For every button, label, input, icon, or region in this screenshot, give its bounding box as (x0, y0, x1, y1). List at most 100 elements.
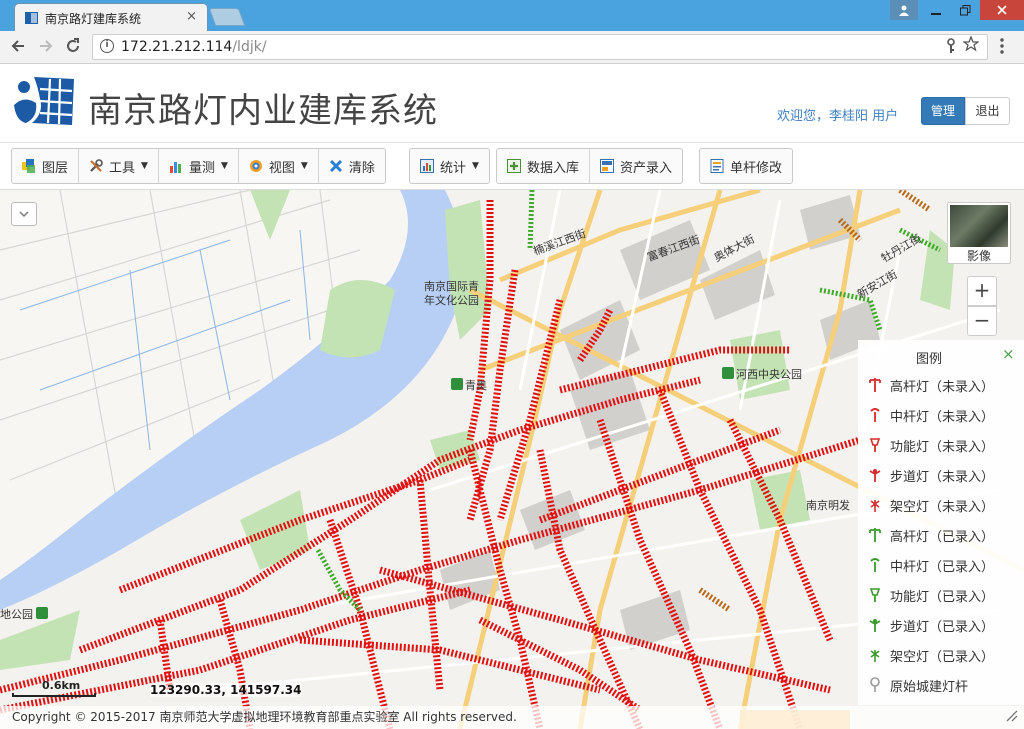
toolbar-group-map: 图层 工具 ▼ 量测 ▼ 视图 ▼ 清除 (11, 148, 386, 184)
data-import-icon (507, 159, 521, 173)
layers-label: 图层 (42, 160, 69, 176)
resize-corner-icon[interactable] (1006, 710, 1018, 722)
address-bar: i 172.21.212.114/ldjk/ (0, 31, 1024, 64)
chevron-down-icon: ▼ (300, 161, 308, 171)
tools-dropdown[interactable]: 工具 ▼ (79, 149, 159, 183)
bookmark-star-icon[interactable] (963, 36, 979, 52)
legend-item: 功能灯（未录入） (868, 430, 1018, 460)
clear-label: 清除 (348, 160, 375, 176)
legend-item: 高杆灯（已录入） (868, 520, 1018, 550)
pin-icon (870, 677, 880, 692)
chevron-down-icon: ▼ (472, 161, 479, 171)
lamp-zhonggan-icon (870, 408, 880, 422)
reload-icon[interactable] (64, 37, 82, 55)
window-close-icon[interactable] (980, 0, 1024, 20)
admin-button[interactable]: 管理 (921, 97, 965, 125)
scale-bar-line (12, 693, 96, 697)
tab-close-icon[interactable]: × (186, 9, 197, 24)
map-panel-toggle-button[interactable] (11, 202, 37, 226)
pole-edit-button[interactable]: 单杆修改 (700, 149, 792, 183)
legend-item-label: 中杆灯（未录入） (890, 409, 995, 425)
clear-button[interactable]: 清除 (319, 149, 385, 183)
map-label-hexi-park: 河西中央公园 (722, 366, 802, 382)
legend-item: 高杆灯（未录入） (868, 370, 1018, 400)
lamp-gaogan-icon (869, 528, 881, 542)
tools-label: 工具 (109, 160, 136, 176)
lamp-gaogan-icon (869, 378, 881, 392)
toolbar-group-data: 数据入库 资产录入 (496, 148, 684, 184)
asset-entry-button[interactable]: 资产录入 (590, 149, 682, 183)
site-info-icon[interactable]: i (100, 39, 114, 53)
zoom-out-button[interactable]: − (967, 306, 997, 336)
new-tab-button[interactable] (208, 8, 246, 26)
lamp-budao-icon (869, 469, 881, 482)
park-icon (36, 607, 48, 619)
map-label-park-left: 地公园 (0, 606, 50, 622)
view-target-icon (249, 160, 262, 172)
window-restore-icon[interactable] (950, 0, 980, 20)
main-toolbar: 图层 工具 ▼ 量测 ▼ 视图 ▼ 清除 统计 ▼ 数据入库 资产录入 单杆修改 (0, 143, 1024, 190)
stats-dropdown[interactable]: 统计 ▼ (410, 149, 489, 183)
browser-menu-icon[interactable] (999, 37, 1005, 55)
lamp-jiakong-icon (870, 500, 880, 512)
legend-item-label: 原始城建灯杆 (890, 679, 969, 695)
view-label: 视图 (268, 160, 295, 176)
window-minimize-icon[interactable] (921, 0, 951, 20)
logout-button[interactable]: 退出 (965, 97, 1010, 125)
browser-tab[interactable]: 南京路灯建库系统 × (14, 3, 208, 31)
legend-item-label: 功能灯（未录入） (890, 439, 995, 455)
scale-bar: 0.6km (12, 679, 98, 697)
tab-title: 南京路灯建库系统 (45, 12, 142, 26)
basemap-label: 影像 (966, 249, 991, 263)
chevron-down-icon: ▼ (141, 161, 148, 171)
welcome-user-link[interactable]: 欢迎您，李桂阳 用户 (777, 105, 898, 124)
legend-item-label: 架空灯（已录入） (890, 649, 995, 665)
legend-item: 原始城建灯杆 (868, 670, 1018, 700)
legend-item-label: 架空灯（未录入） (890, 499, 995, 515)
zoom-in-button[interactable]: + (967, 276, 997, 306)
password-key-icon[interactable] (945, 38, 957, 54)
data-import-button[interactable]: 数据入库 (497, 149, 591, 183)
legend-item: 步道灯（未录入） (868, 460, 1018, 490)
app-title: 南京路灯内业建库系统 (88, 91, 438, 131)
tools-icon (90, 159, 103, 172)
map-label-mingfa: 南京明发 (806, 499, 850, 512)
layers-button[interactable]: 图层 (12, 149, 80, 183)
legend-close-icon[interactable]: × (1002, 345, 1015, 363)
url-input[interactable]: i 172.21.212.114/ldjk/ (92, 34, 988, 60)
view-dropdown[interactable]: 视图 ▼ (239, 149, 319, 183)
layers-icon (22, 159, 35, 173)
toolbar-group-stats: 统计 ▼ (409, 148, 490, 184)
park-icon (722, 367, 734, 379)
legend-item: 中杆灯（未录入） (868, 400, 1018, 430)
legend-title: 图例 (916, 352, 943, 367)
legend-item: 中杆灯（已录入） (868, 550, 1018, 580)
map-canvas[interactable]: 南京国际青 年文化公园 河西中央公园 青奥 楠溪江西街 富春江西街 奥体大街 牡… (0, 190, 1024, 729)
back-arrow-icon[interactable] (9, 37, 27, 55)
measure-dropdown[interactable]: 量测 ▼ (159, 149, 239, 183)
pole-edit-icon (710, 159, 724, 173)
chevron-down-icon (19, 211, 29, 218)
stats-label: 统计 (440, 160, 467, 176)
legend-item-label: 步道灯（未录入） (890, 469, 995, 485)
forward-arrow-icon[interactable] (37, 37, 55, 55)
pole-edit-label: 单杆修改 (730, 160, 783, 176)
legend-item: 功能灯（已录入） (868, 580, 1018, 610)
map-legend: 图例 × 高杆灯（未录入） 中杆灯（未录入） 功能灯（未录入） 步道灯（未录入） 架空灯… (858, 340, 1024, 705)
basemap-switch-button[interactable]: 影像 (947, 202, 1011, 264)
stats-icon (420, 159, 434, 173)
legend-item-label: 中杆灯（已录入） (890, 559, 995, 575)
legend-item-label: 高杆灯（已录入） (890, 529, 995, 545)
cursor-coordinates: 123290.33, 141597.34 (150, 683, 302, 697)
legend-item-label: 功能灯（已录入） (890, 589, 995, 605)
asset-entry-label: 资产录入 (620, 160, 673, 176)
profile-icon[interactable] (890, 0, 918, 20)
park-icon (451, 378, 463, 390)
lamp-gongneng-icon (869, 588, 881, 602)
lamp-zhonggan-icon (870, 558, 880, 572)
data-import-label: 数据入库 (527, 160, 580, 176)
app-logo (14, 77, 74, 125)
lamp-jiakong-icon (870, 650, 880, 662)
lamp-gongneng-icon (869, 438, 881, 452)
legend-item: 步道灯（已录入） (868, 610, 1018, 640)
